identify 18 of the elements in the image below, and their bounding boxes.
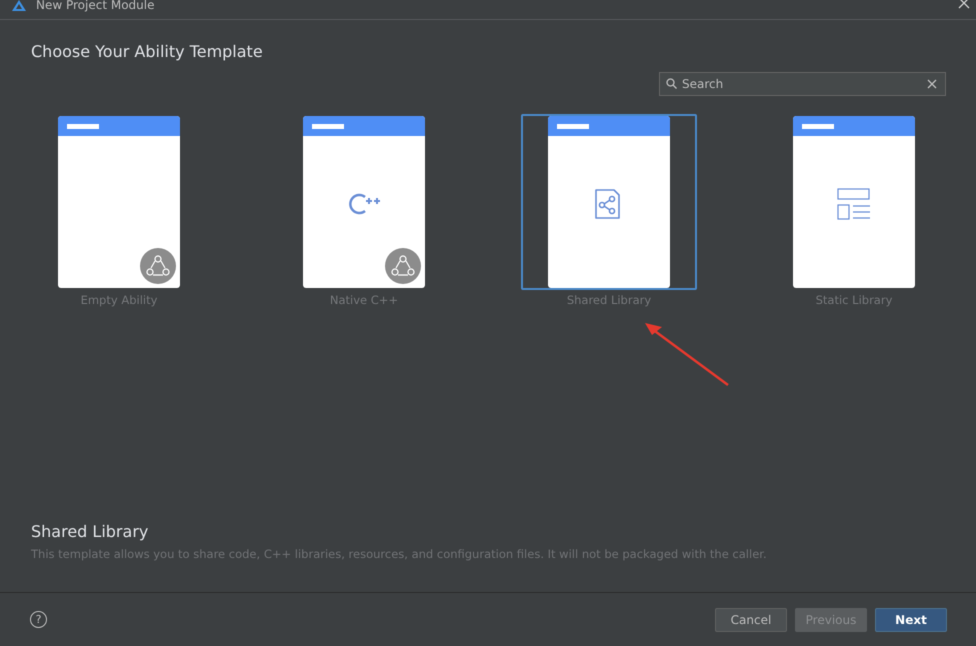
template-label: Empty Ability bbox=[80, 293, 158, 307]
cpp-icon bbox=[347, 192, 381, 216]
template-label: Shared Library bbox=[566, 293, 652, 307]
dialog-button[interactable]: Cancel bbox=[715, 608, 787, 632]
window-title: New Project Module bbox=[36, 0, 154, 12]
template-label: Native C++ bbox=[330, 293, 398, 307]
template-option[interactable] bbox=[521, 114, 697, 290]
layout-icon bbox=[837, 188, 871, 220]
clear-icon[interactable] bbox=[927, 79, 937, 89]
search-field[interactable]: Search bbox=[659, 72, 946, 96]
page-heading: Choose Your Ability Template bbox=[31, 42, 264, 62]
next-button[interactable]: Next bbox=[875, 608, 947, 632]
close-icon[interactable] bbox=[958, 0, 970, 9]
description-title: Shared Library bbox=[31, 522, 150, 542]
search-icon bbox=[666, 78, 677, 89]
template-label: Static Library bbox=[816, 293, 892, 307]
help-button[interactable]: ? bbox=[30, 611, 47, 628]
app-logo-icon bbox=[12, 0, 26, 11]
